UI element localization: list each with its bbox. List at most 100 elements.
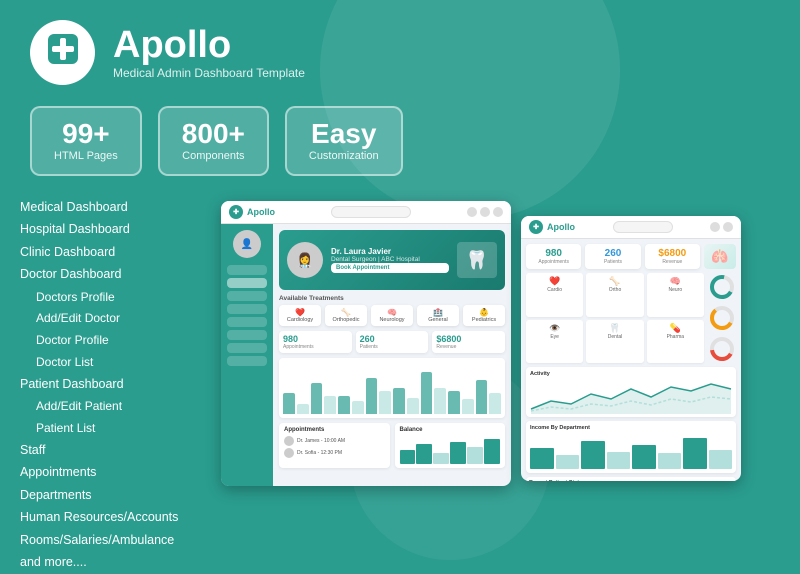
db2-spec-grid: ❤️Cardio 🦴Ortho 🧠Neuro 👁️Eye 🦷Dental 💊Ph… (526, 273, 704, 363)
chart-bar-2 (311, 383, 323, 414)
activity-label: Activity (530, 371, 732, 377)
spec-item-cardiology: ❤️Cardiology (279, 305, 321, 326)
available-treatments-label: Available Treatments (279, 295, 505, 302)
specialties-row: ❤️Cardiology 🦴Orthopedic 🧠Neurology 🏥Gen… (279, 305, 505, 326)
donut-chart-3 (708, 335, 736, 363)
cardiology-icon: ❤️ (281, 308, 319, 317)
sidebar-item-medical-dashboard[interactable]: Medical Dashboard (20, 196, 205, 219)
spec-item-pediatrics: 👶Pediatrics (463, 305, 505, 326)
spec-cell-dental: 🦷Dental (586, 320, 643, 364)
mini-stat-appt-lbl: Appointments (283, 344, 348, 350)
main-content: Medical Dashboard Hospital Dashboard Cli… (0, 196, 800, 574)
logo-title: Apollo (113, 26, 305, 64)
db-sidebar-nav-5 (227, 317, 267, 327)
db-search-bar[interactable] (331, 206, 411, 218)
sidebar-item-clinic-dashboard[interactable]: Clinic Dashboard (20, 241, 205, 264)
sidebar-item-hr[interactable]: Human Resources/Accounts (20, 507, 205, 530)
area-chart-svg (530, 379, 732, 414)
balance-bar-6 (484, 439, 500, 464)
doctor-hero-card: 👩‍⚕️ Dr. Laura Javier Dental Surgeon | A… (279, 230, 505, 290)
sidebar-item-doctor-dashboard[interactable]: Doctor Dashboard (20, 264, 205, 287)
db2-logo-icon: ✚ (529, 220, 543, 234)
spec-item-ortho: 🦴Orthopedic (325, 305, 367, 326)
mini-stat-revenue-lbl: Revenue (436, 344, 501, 350)
general-icon: 🏥 (419, 308, 457, 317)
sidebar-item-hospital-dashboard[interactable]: Hospital Dashboard (20, 219, 205, 242)
appt-name-2: Dr. Sofia - 12:30 PM (297, 450, 342, 456)
income-bars (530, 434, 732, 469)
balance-mini-chart (400, 436, 501, 464)
income-bar-5 (632, 445, 656, 470)
db-sidebar-nav-6 (227, 330, 267, 340)
logo-subtitle: Medical Admin Dashboard Template (113, 66, 305, 80)
sidebar-item-rooms[interactable]: Rooms/Salaries/Ambulance (20, 529, 205, 552)
sidebar-item-doctor-list[interactable]: Doctor List (20, 351, 205, 373)
spec-donut-row: ❤️Cardio 🦴Ortho 🧠Neuro 👁️Eye 🦷Dental 💊Ph… (526, 273, 736, 363)
sidebar-item-patient-list[interactable]: Patient List (20, 417, 205, 439)
sidebar-item-add-edit-patient[interactable]: Add/Edit Patient (20, 396, 205, 418)
mini-stat-patients: 260 Patients (356, 331, 429, 353)
chart-bar-3 (338, 396, 350, 414)
dashboard-second-screenshot: ✚ Apollo 980 Appointments 260 (521, 216, 741, 481)
db-header-icon-3 (493, 207, 503, 217)
stat-card-pages: 99+ HTML Pages (30, 106, 142, 176)
balance-bar-4 (450, 442, 466, 464)
sidebar-item-more[interactable]: and more.... (20, 552, 205, 574)
chart-bar-sec-8 (489, 393, 501, 414)
db2-stat-patients-lbl: Patients (589, 259, 636, 265)
chart-bar-sec-6 (434, 388, 446, 414)
sidebar-item-patient-dashboard[interactable]: Patient Dashboard (20, 373, 205, 396)
income-dept-chart: Income By Department (526, 421, 736, 473)
spec-item-neuro: 🧠Neurology (371, 305, 413, 326)
mini-stat-revenue-num: $6800 (436, 334, 501, 344)
bottom-cards-row: Appointments Dr. James - 10:00 AM Dr. So… (279, 423, 505, 468)
db2-header: ✚ Apollo (521, 216, 741, 239)
mini-stat-appt: 980 Appointments (279, 331, 352, 353)
spec-cell-pharma: 💊Pharma (647, 320, 704, 364)
balance-bar-2 (416, 444, 432, 464)
chart-bar-5 (393, 388, 405, 414)
income-dept-label: Income By Department (530, 425, 732, 431)
spec-cell-pharma-icon: 💊 (649, 323, 702, 334)
sidebar-item-staff[interactable]: Staff (20, 439, 205, 462)
mini-stat-patients-lbl: Patients (360, 344, 425, 350)
income-bar-1 (530, 448, 554, 469)
db-logo-icon-small: ✚ (229, 205, 243, 219)
spec-cell-dental-icon: 🦷 (588, 323, 641, 334)
patient-stats-table: Recent Patient Stats Name Age Diagnosis … (526, 477, 736, 481)
spec-item-general: 🏥General (417, 305, 459, 326)
spec-cell-neuro: 🧠Neuro (647, 273, 704, 317)
spec-cell-ortho-icon: 🦴 (588, 276, 641, 287)
donut-chart-1 (708, 273, 736, 301)
appt-avatar-2 (284, 448, 294, 458)
income-bar-8 (709, 450, 733, 469)
doctor-spec: Dental Surgeon | ABC Hospital (331, 256, 449, 263)
mini-stats-row: 980 Appointments 260 Patients $6800 Reve… (279, 331, 505, 353)
db-header-icon-1 (467, 207, 477, 217)
chart-bar-sec-4 (379, 391, 391, 414)
db2-stat-appt-lbl: Appointments (530, 259, 577, 265)
sidebar-item-doctors-profile[interactable]: Doctors Profile (20, 286, 205, 308)
main-chart (279, 358, 505, 418)
appt-row-1: Dr. James - 10:00 AM (284, 436, 385, 446)
sidebar-item-add-edit-doctor[interactable]: Add/Edit Doctor (20, 308, 205, 330)
db-sidebar-nav-1 (227, 265, 267, 275)
chart-bar-sec-7 (462, 399, 474, 414)
logo-text-block: Apollo Medical Admin Dashboard Template (113, 26, 305, 80)
db-sidebar-nav-8 (227, 356, 267, 366)
db-sidebar-nav-2 (227, 278, 267, 288)
db2-search-bar[interactable] (613, 221, 673, 233)
db-header-icons (467, 207, 503, 217)
sidebar-item-appointments[interactable]: Appointments (20, 462, 205, 485)
db-sidebar: 👤 (221, 224, 273, 486)
doctor-illustration: 🦷 (457, 242, 497, 278)
book-appointment-button[interactable]: Book Appointment (331, 263, 449, 273)
chart-bar-1 (283, 393, 295, 414)
logo-circle (30, 20, 95, 85)
chart-bar-sec-3 (352, 401, 364, 414)
sidebar-item-doctor-profile[interactable]: Doctor Profile (20, 330, 205, 352)
balance-card-title: Balance (400, 427, 501, 433)
sidebar-item-departments[interactable]: Departments (20, 484, 205, 507)
stat-card-components: 800+ Components (158, 106, 269, 176)
db-logo-text-small: Apollo (247, 207, 275, 217)
